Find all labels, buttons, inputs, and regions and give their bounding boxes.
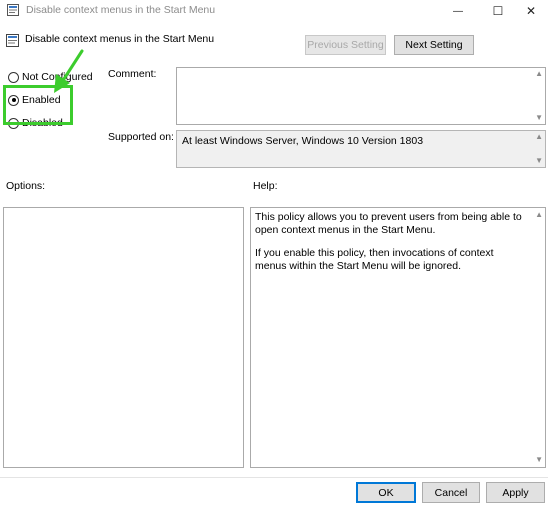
policy-window-icon bbox=[7, 4, 19, 16]
help-paragraph: This policy allows you to prevent users … bbox=[255, 211, 522, 236]
supported-on-field: At least Windows Server, Windows 10 Vers… bbox=[176, 130, 546, 168]
close-icon: ✕ bbox=[525, 4, 537, 18]
minimize-button[interactable]: — bbox=[441, 0, 475, 22]
comment-textarea[interactable]: ▲ ▼ bbox=[176, 67, 546, 125]
next-setting-label: Next Setting bbox=[405, 39, 463, 51]
scroll-down-icon[interactable]: ▼ bbox=[535, 456, 543, 464]
comment-label: Comment: bbox=[108, 68, 157, 80]
maximize-icon: ☐ bbox=[492, 4, 504, 18]
minimize-icon: — bbox=[453, 5, 463, 17]
radio-circle[interactable] bbox=[8, 71, 19, 83]
ok-button[interactable]: OK bbox=[356, 482, 416, 503]
help-paragraph: If you enable this policy, then invocati… bbox=[255, 247, 494, 272]
help-text: This policy allows you to prevent users … bbox=[255, 211, 525, 283]
comment-scrollbar[interactable]: ▲ ▼ bbox=[533, 68, 545, 124]
maximize-button[interactable]: ☐ bbox=[481, 0, 515, 22]
help-scrollbar[interactable]: ▲ ▼ bbox=[533, 208, 545, 467]
scroll-down-icon[interactable]: ▼ bbox=[535, 114, 543, 122]
supported-scrollbar[interactable]: ▲ ▼ bbox=[533, 131, 545, 167]
options-label: Options: bbox=[6, 180, 46, 192]
scroll-down-icon[interactable]: ▼ bbox=[535, 157, 543, 165]
close-button[interactable]: ✕ bbox=[514, 0, 548, 22]
annotation-arrow-icon bbox=[54, 49, 84, 93]
previous-setting-button[interactable]: Previous Setting bbox=[305, 35, 386, 55]
scroll-up-icon[interactable]: ▲ bbox=[535, 133, 543, 141]
cancel-button[interactable]: Cancel bbox=[422, 482, 480, 503]
cancel-label: Cancel bbox=[434, 486, 468, 499]
supported-on-label: Supported on: bbox=[108, 131, 174, 143]
window-title: Disable context menus in the Start Menu bbox=[26, 4, 216, 16]
next-setting-button[interactable]: Next Setting bbox=[394, 35, 474, 55]
apply-label: Apply bbox=[502, 486, 529, 499]
footer-divider bbox=[0, 477, 548, 478]
previous-setting-label: Previous Setting bbox=[307, 39, 384, 51]
scroll-up-icon[interactable]: ▲ bbox=[535, 70, 543, 78]
supported-on-value: At least Windows Server, Windows 10 Vers… bbox=[182, 135, 424, 147]
apply-button[interactable]: Apply bbox=[486, 482, 545, 503]
help-label: Help: bbox=[253, 180, 278, 192]
policy-setting-icon bbox=[6, 34, 19, 47]
ok-label: OK bbox=[378, 486, 394, 499]
policy-title: Disable context menus in the Start Menu bbox=[25, 33, 215, 45]
scroll-up-icon[interactable]: ▲ bbox=[535, 211, 543, 219]
options-panel bbox=[3, 207, 244, 468]
